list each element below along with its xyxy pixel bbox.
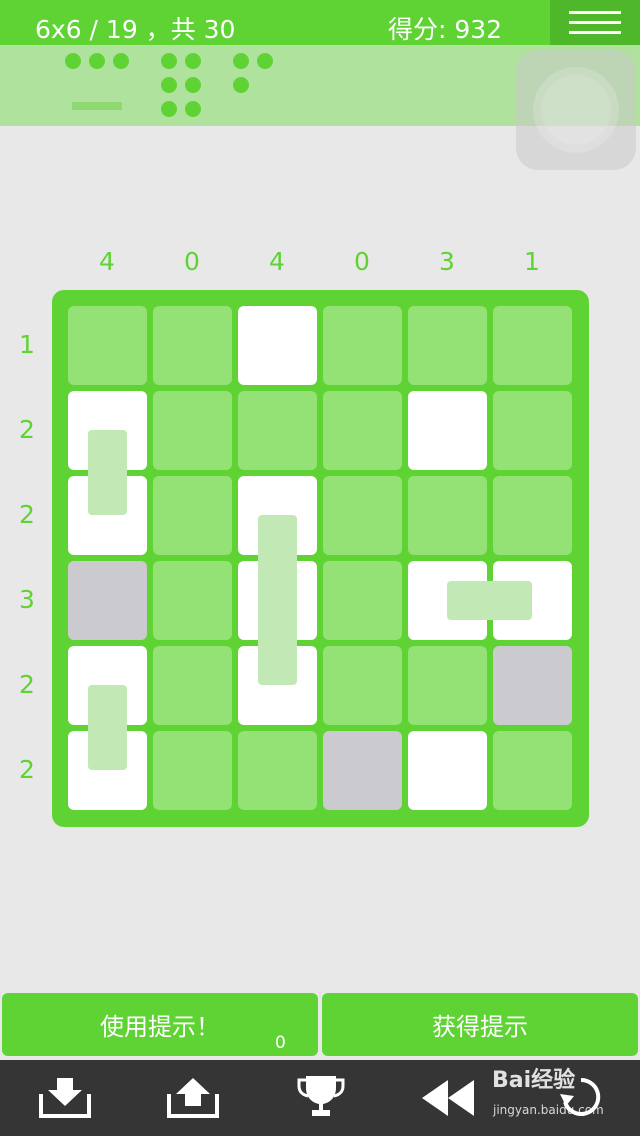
board-cell[interactable]	[153, 731, 232, 810]
upload-icon[interactable]	[166, 1074, 220, 1120]
board-cell[interactable]	[408, 731, 487, 810]
row-hint: 2	[19, 670, 35, 699]
board-cell[interactable]	[323, 731, 402, 810]
watermark-url: jingyan.baidu.com	[493, 1103, 604, 1117]
use-hint-label: 使用提示！	[100, 1013, 220, 1041]
piece-connector	[258, 515, 297, 685]
board-cell[interactable]	[68, 306, 147, 385]
piece-dot	[257, 53, 273, 69]
board-cell[interactable]	[153, 561, 232, 640]
hint-count: 0	[275, 1033, 286, 1053]
col-hint: 1	[524, 247, 540, 276]
col-hint: 4	[269, 247, 285, 276]
col-hint: 3	[439, 247, 455, 276]
board-cell[interactable]	[408, 646, 487, 725]
board-cell[interactable]	[238, 391, 317, 470]
board-cell[interactable]	[153, 306, 232, 385]
piece-connector	[88, 685, 127, 770]
board-cell[interactable]	[408, 391, 487, 470]
col-hint: 4	[99, 247, 115, 276]
piece-dot	[65, 53, 81, 69]
col-hint: 0	[354, 247, 370, 276]
board-cell[interactable]	[238, 731, 317, 810]
board-cell[interactable]	[323, 476, 402, 555]
piece-dot	[161, 53, 177, 69]
row-hint: 3	[19, 585, 35, 614]
top-bar: 6x6 / 19 ，共 30 得分: 932	[0, 0, 640, 45]
board-cell[interactable]	[323, 561, 402, 640]
row-hint: 2	[19, 500, 35, 529]
level-progress: 6x6 / 19 ，共 30	[35, 15, 236, 44]
piece-connector	[88, 430, 127, 515]
row-hint: 2	[19, 755, 35, 784]
piece-dot	[113, 53, 129, 69]
board-cell[interactable]	[238, 306, 317, 385]
board-cell[interactable]	[323, 306, 402, 385]
board-cell[interactable]	[323, 646, 402, 725]
circle-icon	[541, 75, 611, 145]
row-hint: 1	[19, 330, 35, 359]
trophy-icon[interactable]	[296, 1074, 346, 1120]
use-hint-button[interactable]: 使用提示！	[2, 993, 318, 1056]
col-hint: 0	[184, 247, 200, 276]
row-hint: 2	[19, 415, 35, 444]
watermark-brand: Bai经验	[492, 1068, 576, 1093]
piece-dot	[185, 101, 201, 117]
board-cell[interactable]	[493, 731, 572, 810]
menu-icon	[569, 11, 621, 14]
score: 得分: 932	[388, 15, 503, 44]
download-icon[interactable]	[38, 1074, 92, 1120]
rewind-icon[interactable]	[420, 1078, 476, 1118]
board-cell[interactable]	[493, 306, 572, 385]
board-cell[interactable]	[493, 646, 572, 725]
get-hints-label: 获得提示	[432, 1013, 528, 1041]
piece-dot	[233, 53, 249, 69]
floating-action-button[interactable]	[516, 50, 636, 170]
board-cell[interactable]	[153, 476, 232, 555]
board-cell[interactable]	[493, 476, 572, 555]
game-board	[52, 290, 589, 827]
piece-connector	[447, 581, 532, 620]
piece-dot	[185, 53, 201, 69]
board-cell[interactable]	[68, 561, 147, 640]
piece-dot	[161, 101, 177, 117]
board-cell[interactable]	[408, 306, 487, 385]
piece-dot	[185, 77, 201, 93]
piece-dot	[89, 53, 105, 69]
board-cell[interactable]	[493, 391, 572, 470]
board-cell[interactable]	[153, 646, 232, 725]
board-cell[interactable]	[323, 391, 402, 470]
board-cell[interactable]	[153, 391, 232, 470]
menu-button[interactable]	[550, 0, 640, 45]
piece-dot	[233, 77, 249, 93]
piece-dot	[161, 77, 177, 93]
get-hints-button[interactable]: 获得提示	[322, 993, 638, 1056]
board-cell[interactable]	[408, 476, 487, 555]
